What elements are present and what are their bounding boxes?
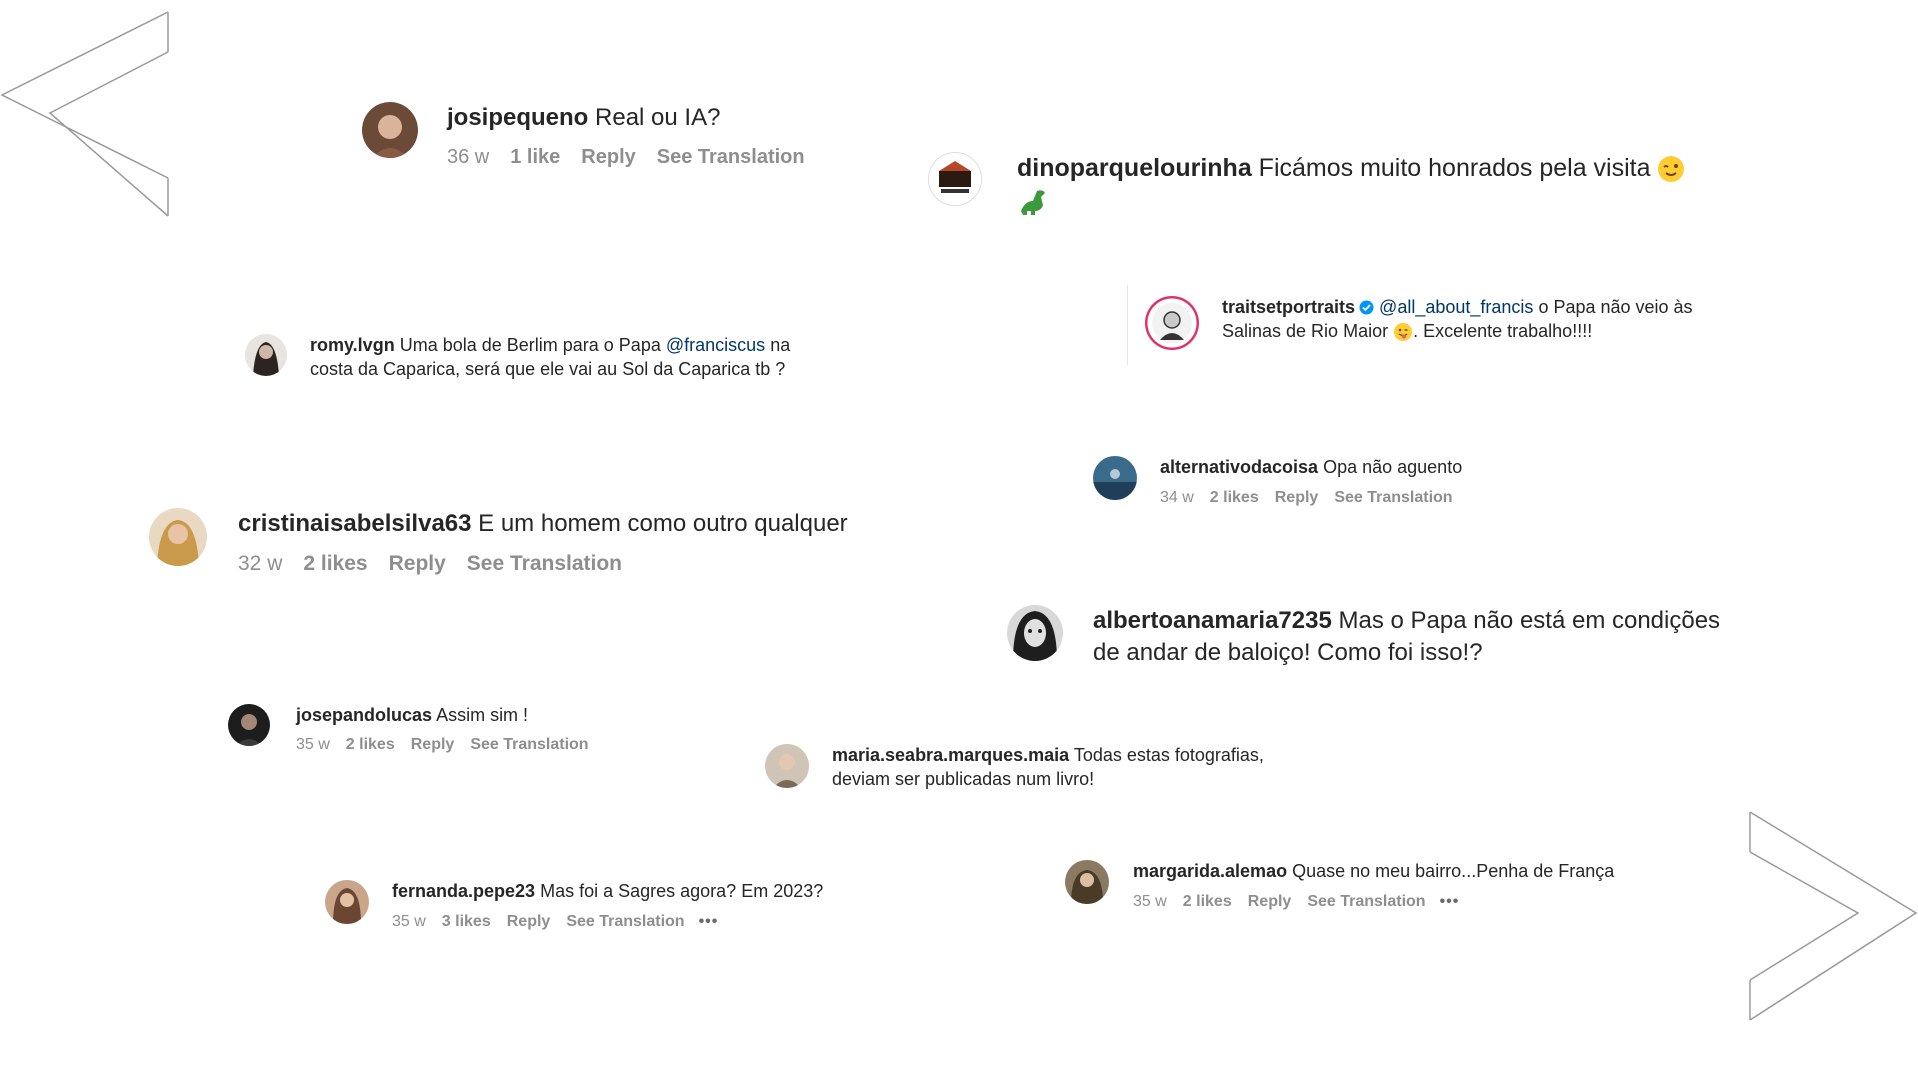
reply-button[interactable]: Reply xyxy=(389,552,446,576)
comment-time[interactable]: 35 w xyxy=(1133,893,1167,911)
comment-text-line-2: costa da Caparica, será que ele vai au S… xyxy=(310,358,786,379)
username[interactable]: alternativodacoisa xyxy=(1160,457,1318,477)
verified-badge-icon xyxy=(1359,300,1374,315)
reply-button[interactable]: Reply xyxy=(1248,893,1292,911)
more-dots-icon[interactable]: ••• xyxy=(699,913,719,931)
username[interactable]: margarida.alemao xyxy=(1133,861,1287,881)
comment-time[interactable]: 35 w xyxy=(392,913,426,931)
comment-dinoparquelourinha: dinoparquelourinha Ficámos muito honrado… xyxy=(928,152,1685,222)
avatar[interactable] xyxy=(1145,296,1199,350)
see-translation-button[interactable]: See Translation xyxy=(467,552,622,576)
comment-text-line-2: deviam ser publicadas num livro! xyxy=(832,768,1095,789)
right-chevron-outline-icon xyxy=(1749,811,1918,1021)
avatar[interactable] xyxy=(765,744,809,788)
see-translation-button[interactable]: See Translation xyxy=(566,913,684,931)
dinosaur-icon xyxy=(1021,190,1045,215)
username[interactable]: maria.seabra.marques.maia xyxy=(832,745,1069,765)
avatar[interactable] xyxy=(1093,456,1137,500)
comment-cristinaisabelsilva63: cristinaisabelsilva63 E um homem como ou… xyxy=(149,508,848,576)
avatar[interactable] xyxy=(928,152,982,206)
comment-text: Assim sim ! xyxy=(436,705,529,725)
comment-text-line-2: de andar de baloiço! Como foi isso!? xyxy=(1093,638,1483,666)
winking-face-icon xyxy=(1658,156,1685,183)
left-chevron-outline-icon xyxy=(0,11,169,217)
avatar[interactable] xyxy=(1065,860,1109,904)
comment-albertoanamaria7235: albertoanamaria7235 Mas o Papa não está … xyxy=(1007,605,1720,668)
comment-text: o Papa não veio às xyxy=(1538,297,1693,317)
comment-text: Mas foi a Sagres agora? Em 2023? xyxy=(540,881,824,901)
likes-count[interactable]: 2 likes xyxy=(346,736,395,754)
likes-count[interactable]: 2 likes xyxy=(1210,489,1259,507)
comment-text: E um homem como outro qualquer xyxy=(478,510,848,537)
comment-time[interactable]: 36 w xyxy=(447,146,489,169)
comment-text: Opa não aguento xyxy=(1323,457,1463,477)
see-translation-button[interactable]: See Translation xyxy=(1307,893,1425,911)
username[interactable]: cristinaisabelsilva63 xyxy=(238,510,471,537)
likes-count[interactable]: 3 likes xyxy=(442,913,491,931)
likes-count[interactable]: 1 like xyxy=(510,146,560,169)
comment-time[interactable]: 32 w xyxy=(238,552,282,576)
avatar[interactable] xyxy=(245,334,287,376)
avatar[interactable] xyxy=(325,880,369,924)
comment-text: Real ou IA? xyxy=(595,104,721,131)
avatar[interactable] xyxy=(362,102,418,158)
comment-traitsetportraits: traitsetportraits @all_about_francis o P… xyxy=(1145,296,1693,350)
comment-alternativodacoisa: alternativodacoisa Opa não aguento 34 w … xyxy=(1093,456,1462,507)
comment-fernanda-pepe23: fernanda.pepe23 Mas foi a Sagres agora? … xyxy=(325,880,823,931)
username[interactable]: josepandolucas xyxy=(296,705,432,725)
comment-romy-lvgn: romy.lvgn Uma bola de Berlim para o Papa… xyxy=(245,334,790,382)
username[interactable]: albertoanamaria7235 xyxy=(1093,607,1332,634)
comment-text: Mas o Papa não está em condições xyxy=(1338,607,1721,634)
reply-button[interactable]: Reply xyxy=(411,736,455,754)
more-dots-icon[interactable]: ••• xyxy=(1440,893,1460,911)
comment-time[interactable]: 35 w xyxy=(296,736,330,754)
comment-text: Todas estas fotografias, xyxy=(1073,745,1264,765)
mention-link[interactable]: @franciscus xyxy=(666,335,765,355)
divider xyxy=(1127,285,1128,365)
avatar[interactable] xyxy=(149,508,207,566)
mention-link[interactable]: @all_about_francis xyxy=(1379,297,1533,317)
comment-text: na xyxy=(770,335,791,355)
reply-button[interactable]: Reply xyxy=(1275,489,1319,507)
likes-count[interactable]: 2 likes xyxy=(1183,893,1232,911)
username[interactable]: fernanda.pepe23 xyxy=(392,881,535,901)
comment-text: . Excelente trabalho!!!! xyxy=(1413,320,1593,341)
reply-button[interactable]: Reply xyxy=(581,146,635,169)
reply-button[interactable]: Reply xyxy=(507,913,551,931)
username[interactable]: traitsetportraits xyxy=(1222,297,1355,317)
avatar[interactable] xyxy=(228,704,270,746)
comment-time[interactable]: 34 w xyxy=(1160,489,1194,507)
username[interactable]: dinoparquelourinha xyxy=(1017,154,1252,182)
comment-text: Ficámos muito honrados pela visita xyxy=(1258,154,1651,182)
username[interactable]: romy.lvgn xyxy=(310,335,395,355)
comment-josipequeno: josipequeno Real ou IA? 36 w 1 like Repl… xyxy=(362,102,805,169)
likes-count[interactable]: 2 likes xyxy=(303,552,367,576)
see-translation-button[interactable]: See Translation xyxy=(657,146,805,169)
comment-text: Uma bola de Berlim para o Papa xyxy=(399,335,661,355)
comment-margarida-alemao: margarida.alemao Quase no meu bairro...P… xyxy=(1065,860,1614,911)
comment-text: Quase no meu bairro...Penha de França xyxy=(1292,861,1615,881)
comment-maria-seabra-marques-maia: maria.seabra.marques.maia Todas estas fo… xyxy=(765,744,1264,792)
username[interactable]: josipequeno xyxy=(447,104,588,131)
comment-text: Salinas de Rio Maior xyxy=(1222,320,1389,341)
winking-tongue-face-icon xyxy=(1394,323,1413,341)
see-translation-button[interactable]: See Translation xyxy=(470,736,588,754)
avatar[interactable] xyxy=(1007,605,1063,661)
comment-josepandolucas: josepandolucas Assim sim ! 35 w 2 likes … xyxy=(228,704,589,754)
see-translation-button[interactable]: See Translation xyxy=(1334,489,1452,507)
